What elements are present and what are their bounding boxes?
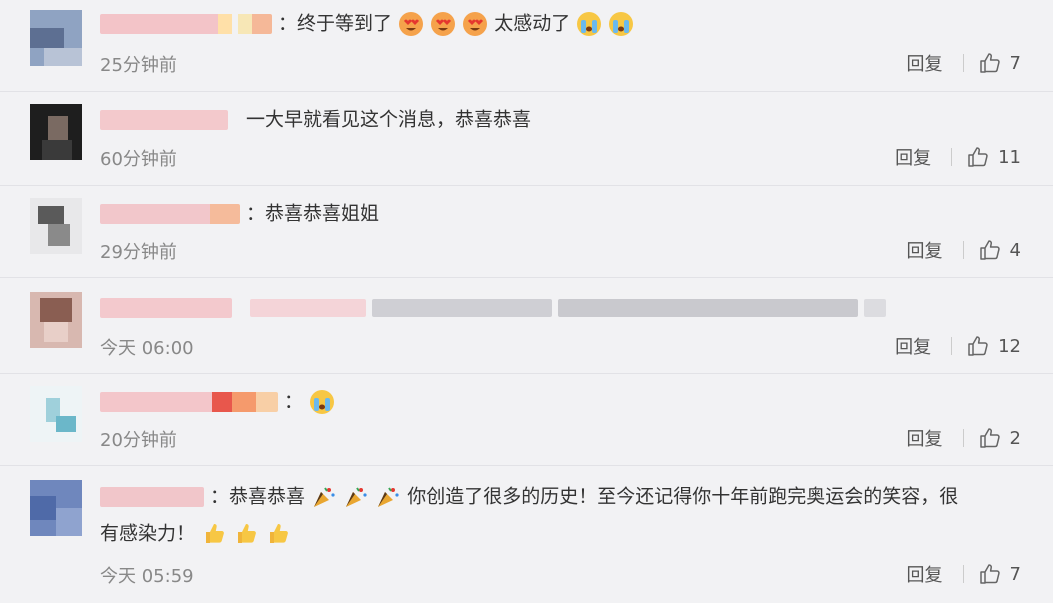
crying-emoji [576, 11, 602, 37]
like-count: 11 [998, 146, 1021, 168]
comment-text: ：恭喜恭喜姐姐 [246, 202, 380, 225]
comment-text: ： [284, 390, 304, 413]
reply-button[interactable]: 回复 [907, 561, 943, 587]
thumbs-up-emoji [265, 520, 291, 546]
comment-item: ：终于等到了 太感动了 25分钟前 回复 7 [0, 0, 1053, 92]
like-button[interactable]: 11 [966, 145, 1021, 169]
like-count: 7 [1009, 563, 1021, 585]
reply-button[interactable]: 回复 [895, 333, 931, 359]
comment-time: 25分钟前 [100, 55, 177, 76]
avatar[interactable] [30, 292, 82, 348]
like-button[interactable]: 7 [978, 51, 1021, 75]
comment-item: ：恭喜恭喜 你创造了很多的历史！至今还记得你十年前跑完奥运会的笑容，很 有感染力… [0, 466, 1053, 603]
like-button[interactable]: 2 [978, 426, 1021, 450]
comment-time: 今天 06:00 [100, 338, 194, 359]
username[interactable] [100, 203, 240, 224]
comment-time: 20分钟前 [100, 430, 177, 451]
party-popper-emoji [311, 484, 337, 510]
like-count: 2 [1009, 427, 1021, 449]
like-count: 7 [1009, 52, 1021, 74]
avatar[interactable] [30, 480, 82, 536]
comment-text-2: 太感动了 [494, 12, 571, 35]
thumbs-up-emoji [233, 520, 259, 546]
avatar[interactable] [30, 104, 82, 160]
thumb-up-outline-icon [968, 147, 988, 167]
thumb-up-outline-icon [968, 336, 988, 356]
heart-eyes-emoji [462, 11, 488, 37]
crying-emoji [608, 11, 634, 37]
comment-time: 60分钟前 [100, 149, 177, 170]
reply-button[interactable]: 回复 [907, 425, 943, 451]
heart-eyes-emoji [430, 11, 456, 37]
comment-time: 今天 05:59 [100, 566, 194, 587]
avatar[interactable] [30, 10, 82, 66]
avatar[interactable] [30, 198, 82, 254]
comment-text-2: 你创造了很多的历史！至今还记得你十年前跑完奥运会的笑容，很 [407, 485, 959, 508]
comment-text: ：终于等到了 [278, 12, 393, 35]
username[interactable] [100, 297, 232, 318]
like-button[interactable]: 12 [966, 334, 1021, 358]
reply-button[interactable]: 回复 [907, 50, 943, 76]
thumb-up-outline-icon [979, 428, 1000, 448]
username[interactable] [100, 109, 228, 130]
reply-button[interactable]: 回复 [895, 144, 931, 170]
comment-time: 29分钟前 [100, 242, 177, 263]
comment-item: 今天 06:00 回复 12 [0, 278, 1053, 374]
comment-text: ：恭喜恭喜 [210, 485, 306, 508]
party-popper-emoji [343, 484, 369, 510]
comment-text-3: 有感染力！ [100, 522, 196, 544]
like-button[interactable]: 7 [978, 562, 1021, 586]
comment-item: 一大早就看见这个消息，恭喜恭喜 60分钟前 回复 11 [0, 92, 1053, 186]
comment-text-obscured [100, 292, 1027, 322]
comment-list: ：终于等到了 太感动了 25分钟前 回复 7 一大早就看见这个消息，恭喜恭喜 6… [0, 0, 1053, 603]
crying-emoji [309, 389, 335, 415]
like-button[interactable]: 4 [978, 238, 1021, 262]
thumb-up-outline-icon [979, 53, 1000, 73]
heart-eyes-emoji [398, 11, 424, 37]
username[interactable] [100, 391, 278, 412]
username[interactable] [100, 13, 272, 34]
thumbs-up-emoji [201, 520, 227, 546]
like-count: 12 [998, 335, 1021, 357]
thumb-up-outline-icon [979, 240, 1000, 260]
comment-text: 一大早就看见这个消息，恭喜恭喜 [246, 108, 532, 131]
party-popper-emoji [375, 484, 401, 510]
like-count: 4 [1009, 239, 1021, 261]
comment-item: ： 20分钟前 回复 2 [0, 374, 1053, 466]
comment-item: ：恭喜恭喜姐姐 29分钟前 回复 4 [0, 186, 1053, 278]
thumb-up-outline-icon [979, 564, 1000, 584]
avatar[interactable] [30, 386, 82, 442]
reply-button[interactable]: 回复 [907, 237, 943, 263]
username[interactable] [100, 486, 204, 507]
